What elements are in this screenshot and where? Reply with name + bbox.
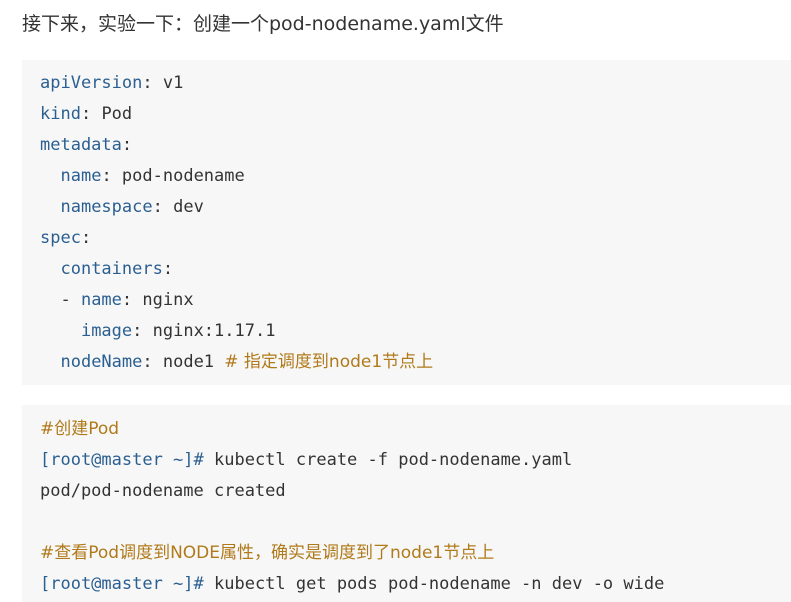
yaml-key: spec: [40, 228, 81, 248]
yaml-line: - name: nginx: [40, 285, 194, 316]
yaml-separator: :: [101, 166, 122, 186]
yaml-separator: :: [121, 290, 143, 310]
yaml-separator: :: [142, 352, 163, 372]
yaml-separator: :: [132, 321, 153, 341]
yaml-key: kind: [40, 104, 81, 124]
yaml-separator: :: [121, 135, 133, 155]
yaml-value: Pod: [101, 104, 133, 124]
yaml-value: v1: [162, 73, 184, 93]
yaml-line: containers:: [40, 254, 173, 285]
shell-command: kubectl create -f pod-nodename.yaml: [203, 450, 573, 470]
intro-text: 接下来，实验一下：创建一个pod-nodename.yaml文件: [22, 13, 504, 35]
yaml-line: spec:: [40, 223, 91, 254]
shell-command-line: [root@master ~]# kubectl get pods pod-no…: [40, 569, 664, 600]
shell-command: kubectl get pods pod-nodename -n dev -o …: [203, 574, 665, 594]
yaml-value: node1: [162, 352, 225, 372]
yaml-separator: :: [162, 259, 174, 279]
yaml-line: namespace: dev: [40, 192, 204, 223]
yaml-value: pod-nodename: [121, 166, 245, 186]
yaml-line: kind: Pod: [40, 99, 132, 130]
shell-prompt: [root@master ~]#: [40, 450, 204, 470]
yaml-key: nodeName: [60, 352, 143, 372]
yaml-indent: [40, 321, 81, 341]
yaml-key: metadata: [40, 135, 122, 155]
yaml-indent: [40, 352, 60, 372]
shell-prompt: [root@master ~]#: [40, 574, 204, 594]
yaml-separator: :: [80, 228, 92, 248]
yaml-separator: :: [152, 197, 174, 217]
yaml-key: name: [60, 166, 102, 186]
yaml-key: apiVersion: [40, 73, 143, 93]
yaml-comment: # 指定调度到node1节点上: [224, 352, 434, 372]
yaml-value: dev: [173, 197, 204, 217]
yaml-line: apiVersion: v1: [40, 68, 183, 99]
shell-output: pod/pod-nodename created: [40, 481, 286, 501]
shell-command-line: [root@master ~]# kubectl create -f pod-n…: [40, 445, 572, 476]
yaml-line: metadata:: [40, 130, 132, 161]
yaml-key: name: [80, 290, 122, 310]
shell-comment: #查看Pod调度到NODE属性，确实是调度到了node1节点上: [40, 543, 495, 563]
yaml-key: containers: [60, 259, 163, 279]
yaml-indent: [40, 197, 60, 217]
yaml-line: name: pod-nodename: [40, 161, 245, 192]
yaml-indent: [40, 259, 60, 279]
yaml-line: image: nginx:1.17.1: [40, 316, 276, 347]
yaml-indent: -: [40, 290, 81, 310]
shell-code-block: #创建Pod [root@master ~]# kubectl create -…: [22, 405, 791, 602]
yaml-line: nodeName: node1 # 指定调度到node1节点上: [40, 347, 433, 378]
yaml-code-block: apiVersion: v1 kind: Pod metadata: name:…: [22, 60, 791, 385]
yaml-key: image: [80, 321, 133, 341]
yaml-separator: :: [142, 73, 163, 93]
yaml-value: nginx:1.17.1: [152, 321, 276, 341]
yaml-separator: :: [80, 104, 102, 124]
yaml-key: namespace: [60, 197, 153, 217]
yaml-indent: [40, 166, 60, 186]
shell-comment: #创建Pod: [40, 419, 120, 439]
yaml-value: nginx: [142, 290, 194, 310]
